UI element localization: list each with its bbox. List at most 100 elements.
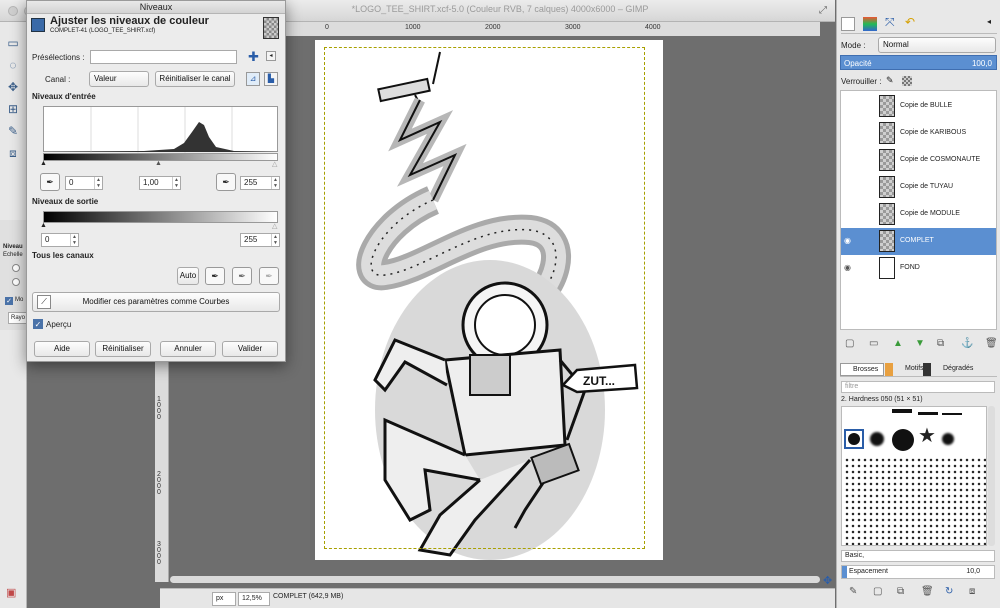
brush-item[interactable] <box>918 412 938 415</box>
opacity-slider[interactable]: Opacité 100,0 <box>840 55 997 70</box>
paintbrush-icon[interactable]: ✎ <box>4 122 22 140</box>
gray-picker-icon[interactable]: ✒ <box>232 267 252 285</box>
lock-pixels-icon[interactable]: ✎ <box>886 75 894 86</box>
spacing-slider[interactable]: Espacement 10,0 <box>841 565 995 579</box>
brush-item[interactable] <box>844 457 986 545</box>
checkbox[interactable]: ✓ <box>5 297 13 305</box>
raise-layer-icon[interactable]: ▲ <box>893 338 903 349</box>
tab-brushes[interactable]: Brosses <box>840 363 884 376</box>
radio-button[interactable] <box>12 264 20 272</box>
presets-combo[interactable] <box>90 50 237 64</box>
unit-select[interactable]: px <box>212 592 236 606</box>
ok-button[interactable]: Valider <box>222 341 278 357</box>
channel-select[interactable]: Valeur <box>89 71 149 87</box>
radio-button[interactable] <box>12 278 20 286</box>
input-gamma-handle[interactable]: ▲ <box>155 160 162 167</box>
channels-tab-icon[interactable] <box>863 17 877 31</box>
dock-menu-icon[interactable]: ◂ <box>987 17 991 26</box>
duplicate-layer-icon[interactable]: ⧉ <box>937 338 944 349</box>
brush-scrollbar[interactable] <box>988 406 995 546</box>
edit-as-curves-button[interactable]: ⟋ Modifier ces paramètres comme Courbes <box>32 292 280 312</box>
align-tool-icon[interactable]: ⊞ <box>4 100 22 118</box>
brush-item[interactable]: ★ <box>918 426 936 446</box>
close-icon[interactable] <box>8 6 18 16</box>
new-layer-icon[interactable]: ▢ <box>845 338 854 349</box>
layer-thumbnail <box>879 203 895 225</box>
output-high-field[interactable]: 255 ▲ ▼ <box>240 233 280 247</box>
tool-option-label[interactable]: Rayo <box>8 312 27 324</box>
fullscreen-icon[interactable]: ⤢ <box>819 5 827 16</box>
eye-icon[interactable]: ◉ <box>844 236 851 245</box>
layer-row[interactable]: Copie de TUYAU <box>846 174 1000 201</box>
tab-patterns[interactable]: Motifs <box>885 363 924 376</box>
mode-select[interactable]: Normal <box>878 37 996 53</box>
refresh-brushes-icon[interactable]: ↻ <box>945 586 953 597</box>
layer-row[interactable]: ◉ FOND <box>844 255 1000 282</box>
log-histogram-icon[interactable]: ▙ <box>264 72 278 86</box>
preset-menu-icon[interactable]: ◂ <box>266 51 276 61</box>
brush-item[interactable] <box>892 429 914 451</box>
reset-button[interactable]: Réinitialiser <box>95 341 151 357</box>
dialog-heading: Ajuster les niveaux de couleur <box>50 15 209 27</box>
brush-item[interactable] <box>848 433 860 445</box>
reset-channel-button[interactable]: Réinitialiser le canal <box>155 71 235 87</box>
output-low-handle[interactable]: ▲ <box>40 222 47 229</box>
layer-row[interactable]: Copie de BULLE <box>846 93 1000 120</box>
white-picker-icon[interactable]: ✒ <box>259 267 279 285</box>
tab-gradients[interactable]: Dégradés <box>923 363 973 376</box>
preview-checkbox[interactable]: ✓ <box>33 319 43 329</box>
add-preset-icon[interactable]: ✚ <box>248 49 259 65</box>
move-tool-icon[interactable]: ✥ <box>4 78 22 96</box>
layer-row[interactable]: Copie de KARIBOUS <box>846 120 1000 147</box>
undo-tab-icon[interactable]: ↶ <box>905 15 915 29</box>
layer-row[interactable]: Copie de MODULE <box>846 201 1000 228</box>
anchor-layer-icon[interactable]: ⚓ <box>961 338 973 349</box>
output-high-handle[interactable]: △ <box>272 222 277 230</box>
brush-filter-input[interactable]: filtre <box>841 381 995 393</box>
navigate-icon[interactable]: ✥ <box>823 574 832 587</box>
rect-select-icon[interactable]: ▭ <box>4 34 22 52</box>
lasso-icon[interactable]: ◌ <box>4 56 22 74</box>
brush-item[interactable] <box>942 433 954 445</box>
brush-item[interactable] <box>870 432 884 446</box>
horizontal-scrollbar[interactable] <box>170 576 820 583</box>
layer-row[interactable]: Copie de COSMONAUTE <box>846 147 1000 174</box>
output-low-field[interactable]: 0 ▲ ▼ <box>41 233 79 247</box>
zoom-select[interactable]: 12,5% <box>238 592 270 606</box>
cancel-button[interactable]: Annuler <box>160 341 216 357</box>
input-gamma-field[interactable]: 1,00 ▲ ▼ <box>139 176 181 190</box>
edit-brush-icon[interactable]: ✎ <box>849 586 857 597</box>
new-brush-icon[interactable]: ▢ <box>873 586 882 597</box>
brush-item[interactable] <box>942 413 962 415</box>
delete-layer-icon[interactable]: 🗑 <box>985 338 998 349</box>
mode-label: Mode : <box>841 41 866 50</box>
open-brush-editor-icon[interactable]: ⧈ <box>969 586 975 597</box>
brush-grid[interactable]: ★ <box>841 406 987 546</box>
layers-tab-icon[interactable] <box>841 17 855 31</box>
input-low-handle[interactable]: ▲ <box>40 160 47 167</box>
ruler-label: 2000 <box>157 471 161 496</box>
input-high-field[interactable]: 255 ▲ ▼ <box>240 176 280 190</box>
spacing-value: 10,0 <box>966 568 980 575</box>
white-point-picker-icon[interactable]: ✒ <box>216 173 236 191</box>
eye-icon[interactable]: ◉ <box>844 263 851 272</box>
black-picker-icon[interactable]: ✒ <box>205 267 225 285</box>
brush-preset-field[interactable]: Basic, <box>841 550 995 562</box>
black-point-picker-icon[interactable]: ✒ <box>40 173 60 191</box>
input-high-handle[interactable]: △ <box>272 160 277 168</box>
lock-alpha-icon[interactable] <box>902 76 912 86</box>
lower-layer-icon[interactable]: ▼ <box>915 338 925 349</box>
ruler-label: 1000 <box>405 24 421 31</box>
linear-histogram-icon[interactable]: ⊿ <box>246 72 260 86</box>
auto-button[interactable]: Auto <box>177 267 199 285</box>
layer-row-selected[interactable]: ◉ COMPLET <box>841 228 996 255</box>
input-low-field[interactable]: 0 ▲ ▼ <box>65 176 103 190</box>
new-group-icon[interactable]: ▭ <box>869 338 878 349</box>
help-button[interactable]: Aide <box>34 341 90 357</box>
bucket-fill-icon[interactable]: ⧈ <box>4 144 22 162</box>
paths-tab-icon[interactable]: ⤧ <box>885 15 895 30</box>
brush-item[interactable] <box>892 409 912 413</box>
save-options-icon[interactable]: ▣ <box>6 586 16 599</box>
duplicate-brush-icon[interactable]: ⧉ <box>897 586 904 597</box>
delete-brush-icon[interactable]: 🗑 <box>921 586 934 597</box>
